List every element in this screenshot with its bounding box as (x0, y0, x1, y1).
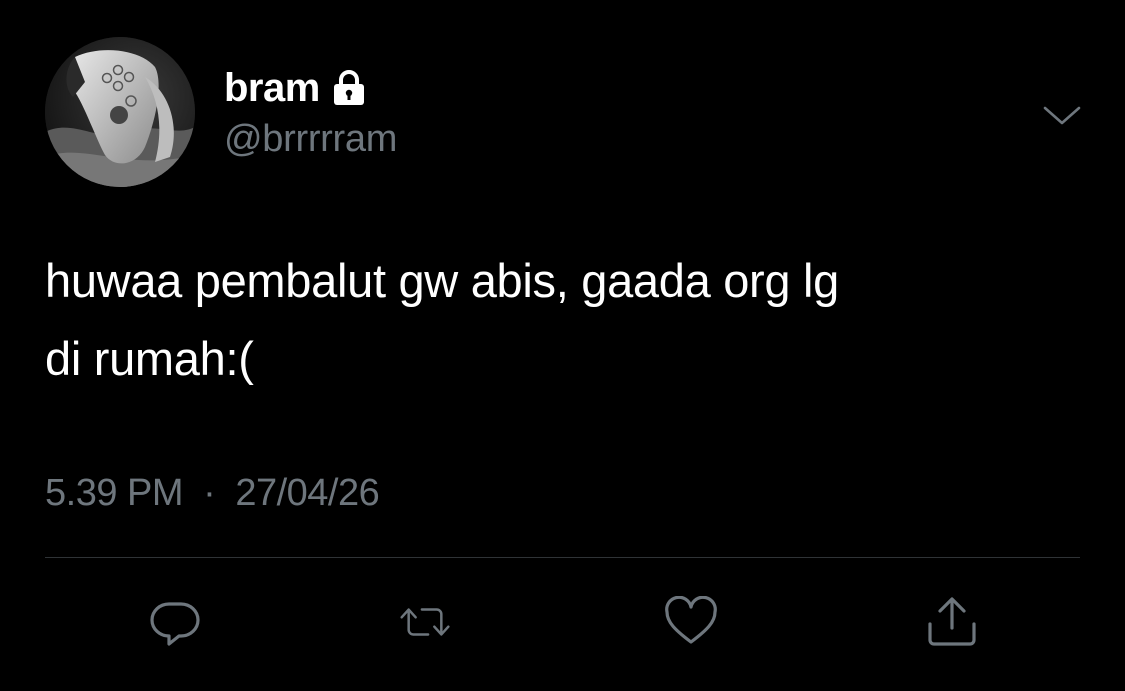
tweet-menu-button[interactable] (1040, 95, 1084, 135)
reply-button[interactable] (148, 596, 204, 648)
timestamp-separator: · (203, 472, 216, 514)
tweet-text-line-2: di rumah:( (45, 332, 254, 385)
reply-bubble-icon (150, 602, 200, 646)
display-name[interactable]: bram (224, 66, 320, 111)
tweet-text: huwaa pembalut gw abis, gaada org lg di … (45, 242, 1095, 398)
tweet-text-line-1: huwaa pembalut gw abis, gaada org lg (45, 254, 839, 307)
timestamp[interactable]: 5.39 PM · 27/04/26 (45, 472, 380, 515)
lock-icon (333, 70, 365, 106)
like-button[interactable] (663, 596, 719, 648)
chevron-down-icon (1043, 106, 1081, 125)
tweet-date: 27/04/26 (235, 472, 380, 514)
avatar-image (45, 37, 195, 187)
display-name-row: bram (224, 64, 365, 112)
share-icon (928, 597, 976, 646)
share-button[interactable] (924, 596, 980, 648)
divider (45, 557, 1080, 558)
retweet-icon (400, 608, 450, 636)
tweet-time: 5.39 PM (45, 472, 184, 514)
heart-icon (665, 596, 717, 644)
user-handle[interactable]: @brrrrram (224, 118, 397, 161)
retweet-button[interactable] (397, 596, 453, 648)
avatar[interactable] (45, 37, 195, 187)
tweet-card: bram @brrrrram huwaa pembalut gw abis, g… (0, 0, 1125, 691)
